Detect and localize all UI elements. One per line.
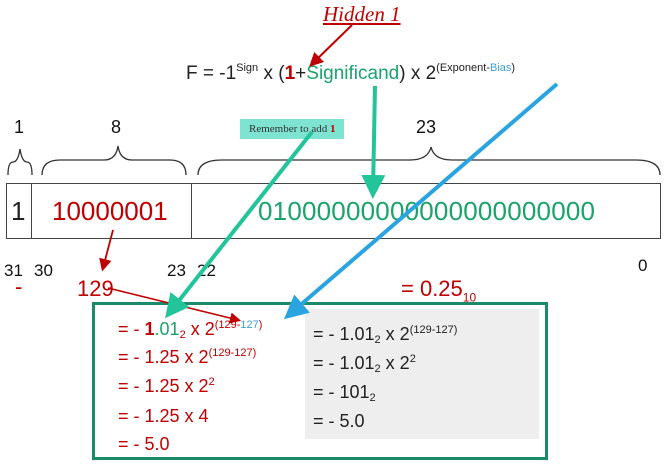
arrow-overlay [99,24,559,324]
significand-to-mantissa-arrow [361,85,386,199]
exponent-to-129-arrow [99,229,114,272]
hidden-one-to-result-arrow [165,130,314,319]
hidden-one-arrow [309,24,353,67]
129-to-exponent-arrow [107,287,242,324]
bias-to-127-arrow [283,82,559,320]
